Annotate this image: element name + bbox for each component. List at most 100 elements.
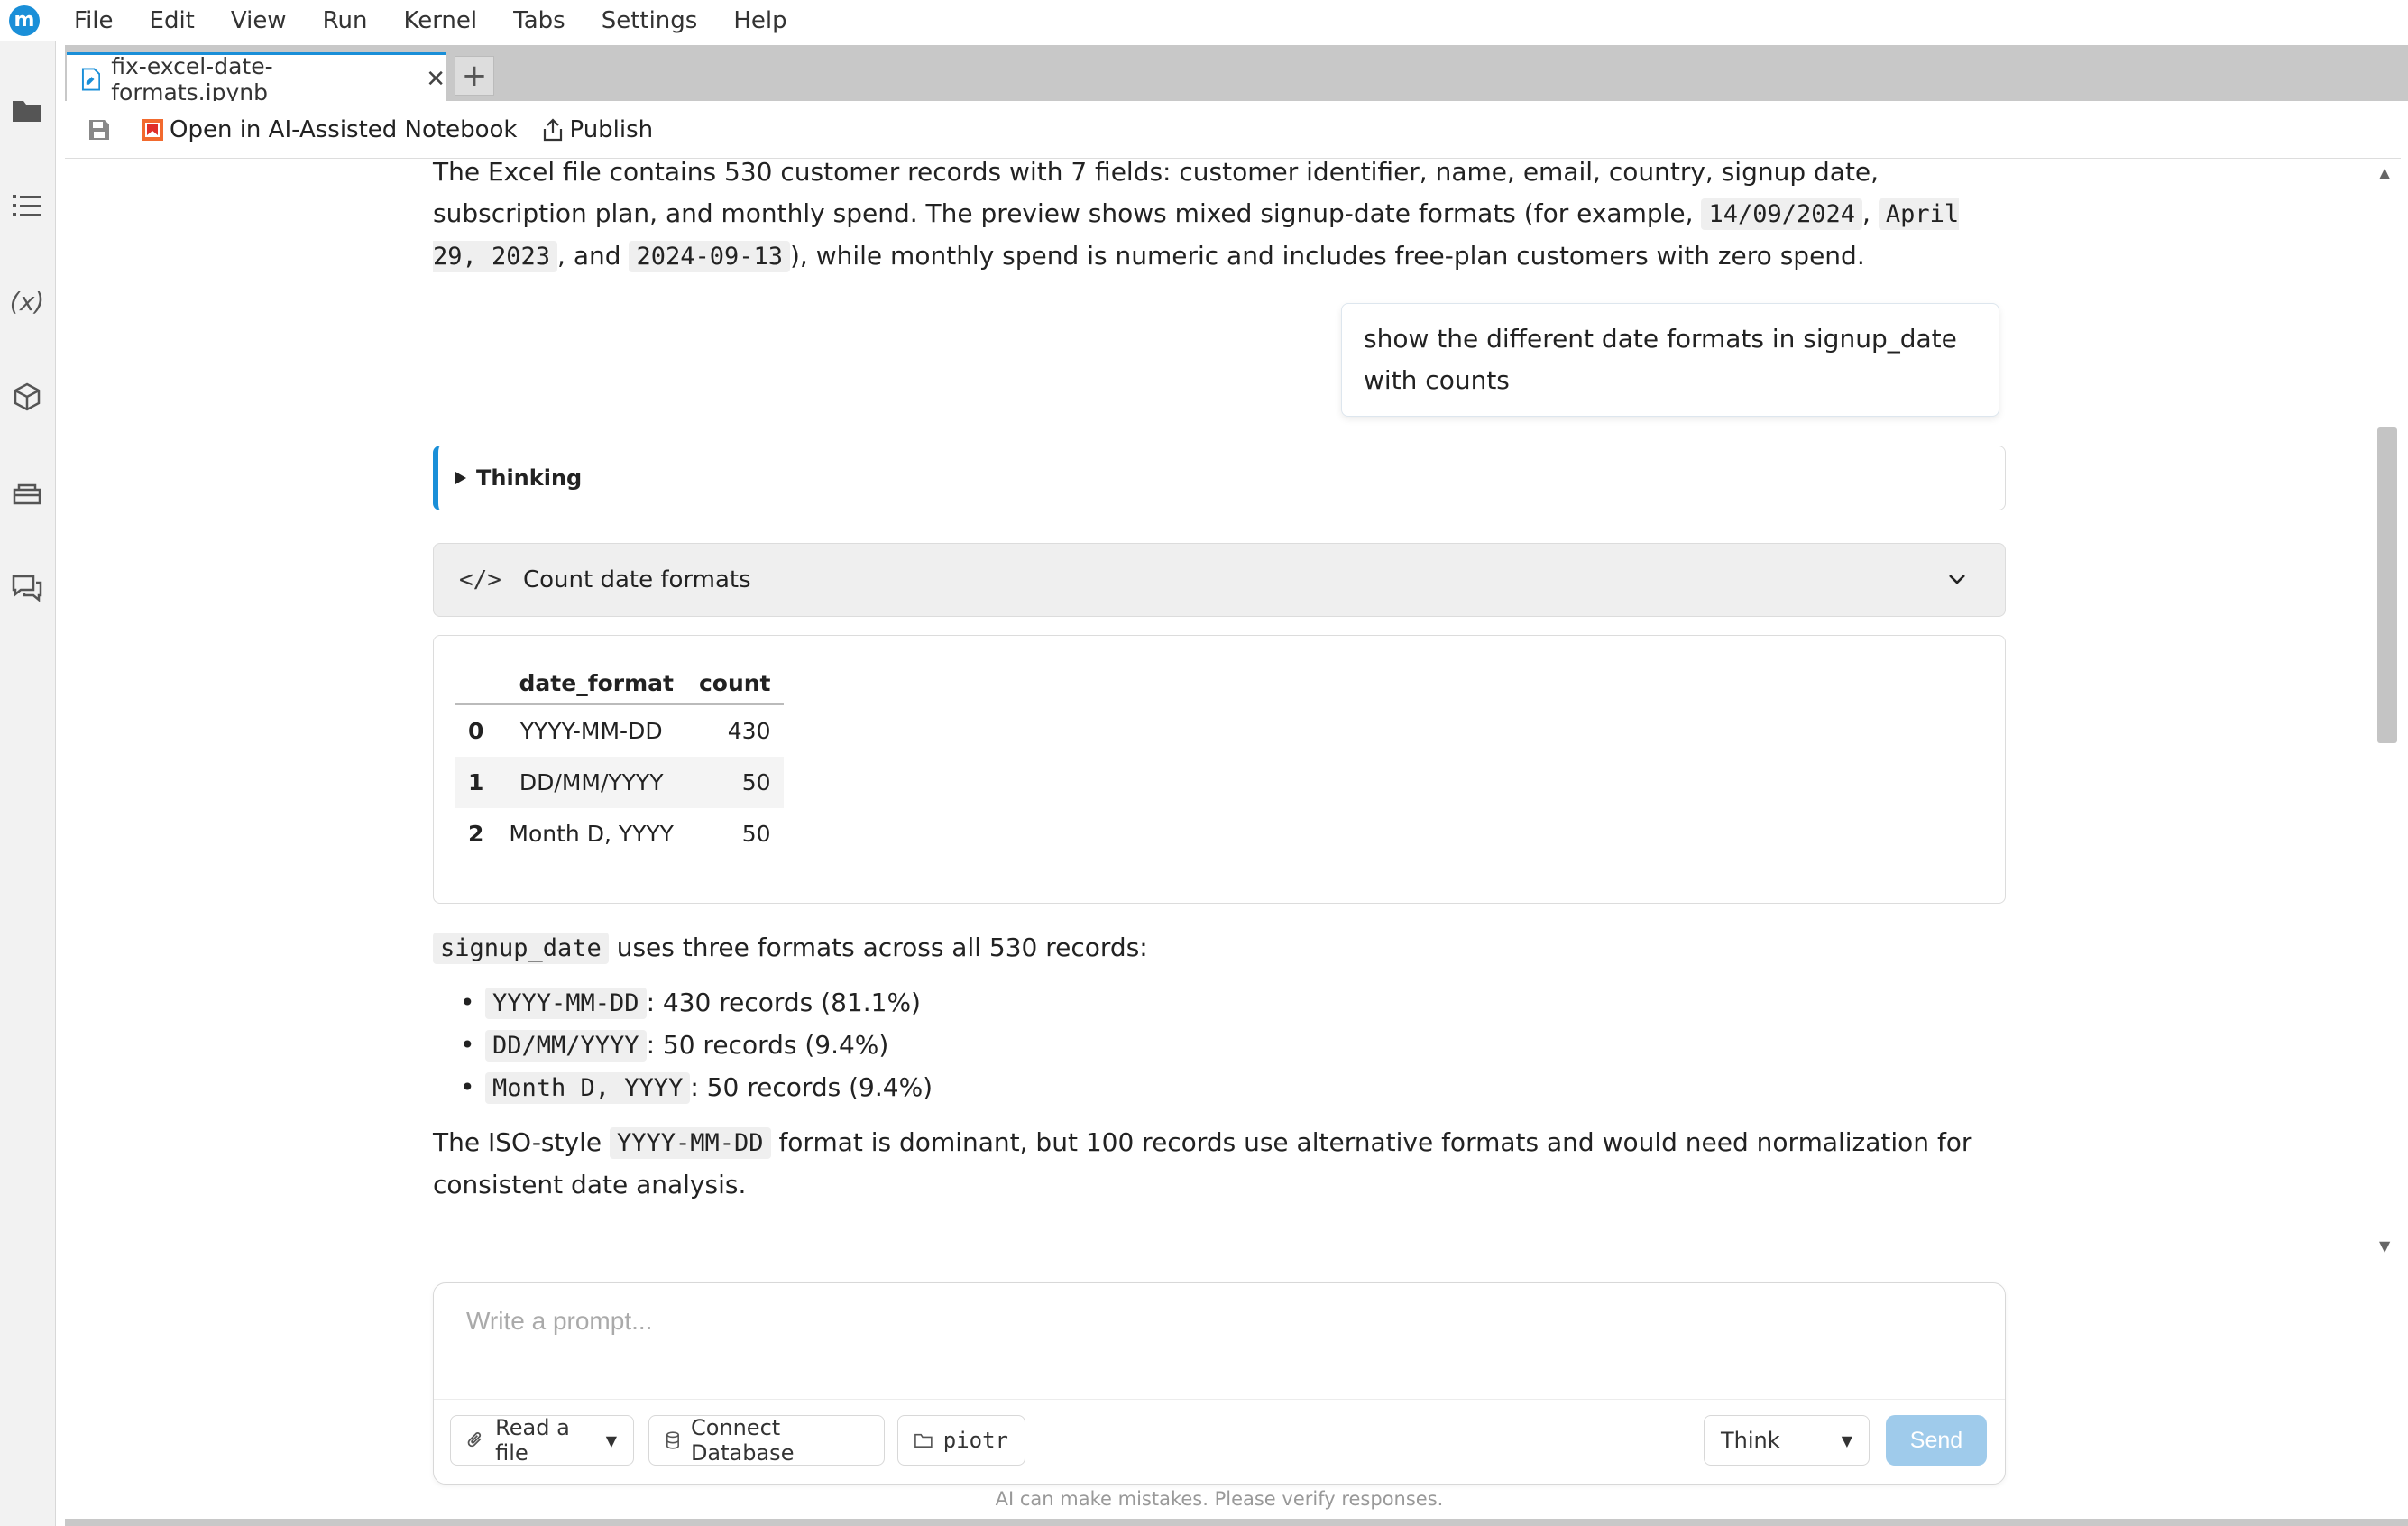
- mode-select[interactable]: Think ▼: [1704, 1415, 1870, 1466]
- dataframe-table: date_format count 0 YYYY-MM-DD 430 1 DD/…: [455, 663, 784, 860]
- conclusion-paragraph: The ISO-style YYYY-MM-DD format is domin…: [433, 1122, 2006, 1206]
- bottom-edge: [65, 1519, 2408, 1526]
- bullet-code: YYYY-MM-DD: [485, 988, 647, 1019]
- send-button[interactable]: Send: [1886, 1415, 1987, 1466]
- menu-view[interactable]: View: [213, 0, 305, 41]
- database-icon: [666, 1431, 679, 1449]
- thinking-toggle[interactable]: Thinking: [433, 446, 2006, 510]
- working-folder-label: piotr: [942, 1428, 1008, 1453]
- variables-icon[interactable]: (x): [9, 283, 45, 319]
- chat-panel: The Excel file contains 530 customer rec…: [65, 159, 2374, 1259]
- table-of-contents-icon[interactable]: [9, 188, 45, 224]
- tab-filename: fix-excel-date-formats.ipynb: [111, 52, 273, 106]
- publish-button[interactable]: Publish: [542, 116, 653, 143]
- intro-code-1: 14/09/2024: [1701, 198, 1862, 230]
- prompt-divider: [434, 1399, 2005, 1400]
- intro-text-2: ), while monthly spend is numeric and in…: [790, 241, 1865, 271]
- connect-database-button[interactable]: Connect Database: [648, 1415, 885, 1466]
- menu-bar: m File Edit View Run Kernel Tabs Setting…: [0, 0, 2408, 41]
- read-file-label: Read a file: [495, 1415, 570, 1466]
- table-row: 1 DD/MM/YYYY 50: [455, 757, 784, 808]
- triangle-right-icon: [455, 472, 466, 484]
- menu-edit[interactable]: Edit: [132, 0, 213, 41]
- menu-kernel[interactable]: Kernel: [385, 0, 495, 41]
- intro-code-3: 2024-09-13: [629, 241, 790, 272]
- folder-icon[interactable]: [9, 92, 45, 128]
- list-item: DD/MM/YYYY: 50 records (9.4%): [433, 1025, 2006, 1067]
- menu-file[interactable]: File: [56, 0, 132, 41]
- share-icon: [544, 117, 563, 141]
- scroll-up-icon[interactable]: ▲: [2379, 164, 2390, 181]
- row-count: 430: [727, 718, 771, 744]
- menu-tabs[interactable]: Tabs: [495, 0, 584, 41]
- conclusion-code: YYYY-MM-DD: [609, 1127, 771, 1159]
- caret-down-icon: ▼: [605, 1431, 617, 1449]
- menu-help[interactable]: Help: [715, 0, 804, 41]
- intro-sep-1: ,: [1862, 198, 1879, 228]
- assistant-summary-message: signup_date uses three formats across al…: [433, 927, 2006, 1206]
- conclusion-text-1: The ISO-style: [433, 1127, 610, 1157]
- save-icon[interactable]: [83, 114, 115, 146]
- app-logo: m: [9, 5, 40, 36]
- caret-down-icon: ▼: [1841, 1431, 1852, 1449]
- table-header-row: date_format count: [455, 663, 784, 705]
- intro-text-1: The Excel file contains 530 customer rec…: [433, 159, 1880, 228]
- table-row: 0 YYYY-MM-DD 430: [455, 704, 784, 757]
- prompt-input[interactable]: [466, 1307, 1909, 1336]
- table-row: 2 Month D, YYYY 50: [455, 808, 784, 860]
- left-sidebar: (x): [0, 41, 56, 1526]
- open-ai-notebook-label: Open in AI-Assisted Notebook: [170, 115, 518, 143]
- row-date-format: YYYY-MM-DD: [519, 718, 663, 744]
- thinking-label: Thinking: [476, 465, 583, 491]
- menu-run[interactable]: Run: [305, 0, 386, 41]
- code-cell-label: Count date formats: [522, 566, 751, 593]
- mode-select-value: Think: [1721, 1428, 1780, 1453]
- summary-code: signup_date: [433, 933, 609, 964]
- row-date-format: Month D, YYYY: [509, 821, 674, 847]
- bullet-code: DD/MM/YYYY: [485, 1030, 647, 1062]
- summary-text: uses three formats across all 530 record…: [608, 933, 1148, 962]
- intro-sep-2: , and: [557, 241, 630, 271]
- row-index: 2: [468, 821, 484, 847]
- scrollbar[interactable]: ▲ ▼: [2374, 159, 2401, 1259]
- list-item: YYYY-MM-DD: 430 records (81.1%): [433, 982, 2006, 1025]
- notebook-toolbar: Open in AI-Assisted Notebook Publish: [65, 101, 2401, 159]
- folder-outline-icon: [914, 1433, 933, 1448]
- code-cell-header[interactable]: </> Count date formats: [433, 543, 2006, 617]
- code-output: date_format count 0 YYYY-MM-DD 430 1 DD/…: [433, 635, 2006, 904]
- list-item: Month D, YYYY: 50 records (9.4%): [433, 1067, 2006, 1109]
- chevron-down-icon[interactable]: [1945, 567, 1969, 591]
- new-tab-button[interactable]: +: [455, 56, 494, 96]
- bullet-text: : 430 records (81.1%): [646, 988, 921, 1017]
- working-folder-button[interactable]: piotr: [897, 1415, 1025, 1466]
- bullet-code: Month D, YYYY: [485, 1072, 691, 1104]
- code-icon: </>: [459, 566, 501, 593]
- scroll-down-icon[interactable]: ▼: [2379, 1237, 2390, 1255]
- format-list: YYYY-MM-DD: 430 records (81.1%) DD/MM/YY…: [433, 982, 2006, 1109]
- ai-disclaimer: AI can make mistakes. Please verify resp…: [995, 1488, 1444, 1510]
- table-header-index: [455, 663, 497, 705]
- prompt-box: Read a file ▼ Connect Database piotr Thi…: [433, 1282, 2006, 1485]
- scrollbar-thumb[interactable]: [2377, 427, 2397, 743]
- table-header-date-format: date_format: [496, 663, 686, 705]
- chat-icon[interactable]: [9, 570, 45, 606]
- notebook-icon: [81, 67, 101, 91]
- ai-assistant-icon[interactable]: [9, 474, 45, 510]
- open-ai-notebook-button[interactable]: Open in AI-Assisted Notebook: [141, 116, 517, 143]
- tab-bar: fix-excel-date-formats.ipynb ✕ +: [65, 45, 2408, 106]
- row-count: 50: [741, 821, 771, 847]
- ai-notebook-icon: [142, 118, 163, 141]
- connect-database-label: Connect Database: [690, 1415, 795, 1466]
- close-tab-icon[interactable]: ✕: [426, 66, 446, 93]
- read-file-button[interactable]: Read a file ▼: [450, 1415, 634, 1466]
- extensions-icon[interactable]: [9, 379, 45, 415]
- user-message: show the different date formats in signu…: [1341, 303, 1999, 417]
- row-count: 50: [685, 757, 784, 808]
- tab-notebook[interactable]: fix-excel-date-formats.ipynb ✕: [67, 52, 446, 106]
- menu-settings[interactable]: Settings: [584, 0, 716, 41]
- row-index: 1: [455, 757, 497, 808]
- row-date-format: DD/MM/YYYY: [496, 757, 686, 808]
- publish-label: Publish: [569, 115, 654, 143]
- bullet-text: : 50 records (9.4%): [646, 1030, 889, 1060]
- assistant-intro-message: The Excel file contains 530 customer rec…: [433, 159, 2006, 278]
